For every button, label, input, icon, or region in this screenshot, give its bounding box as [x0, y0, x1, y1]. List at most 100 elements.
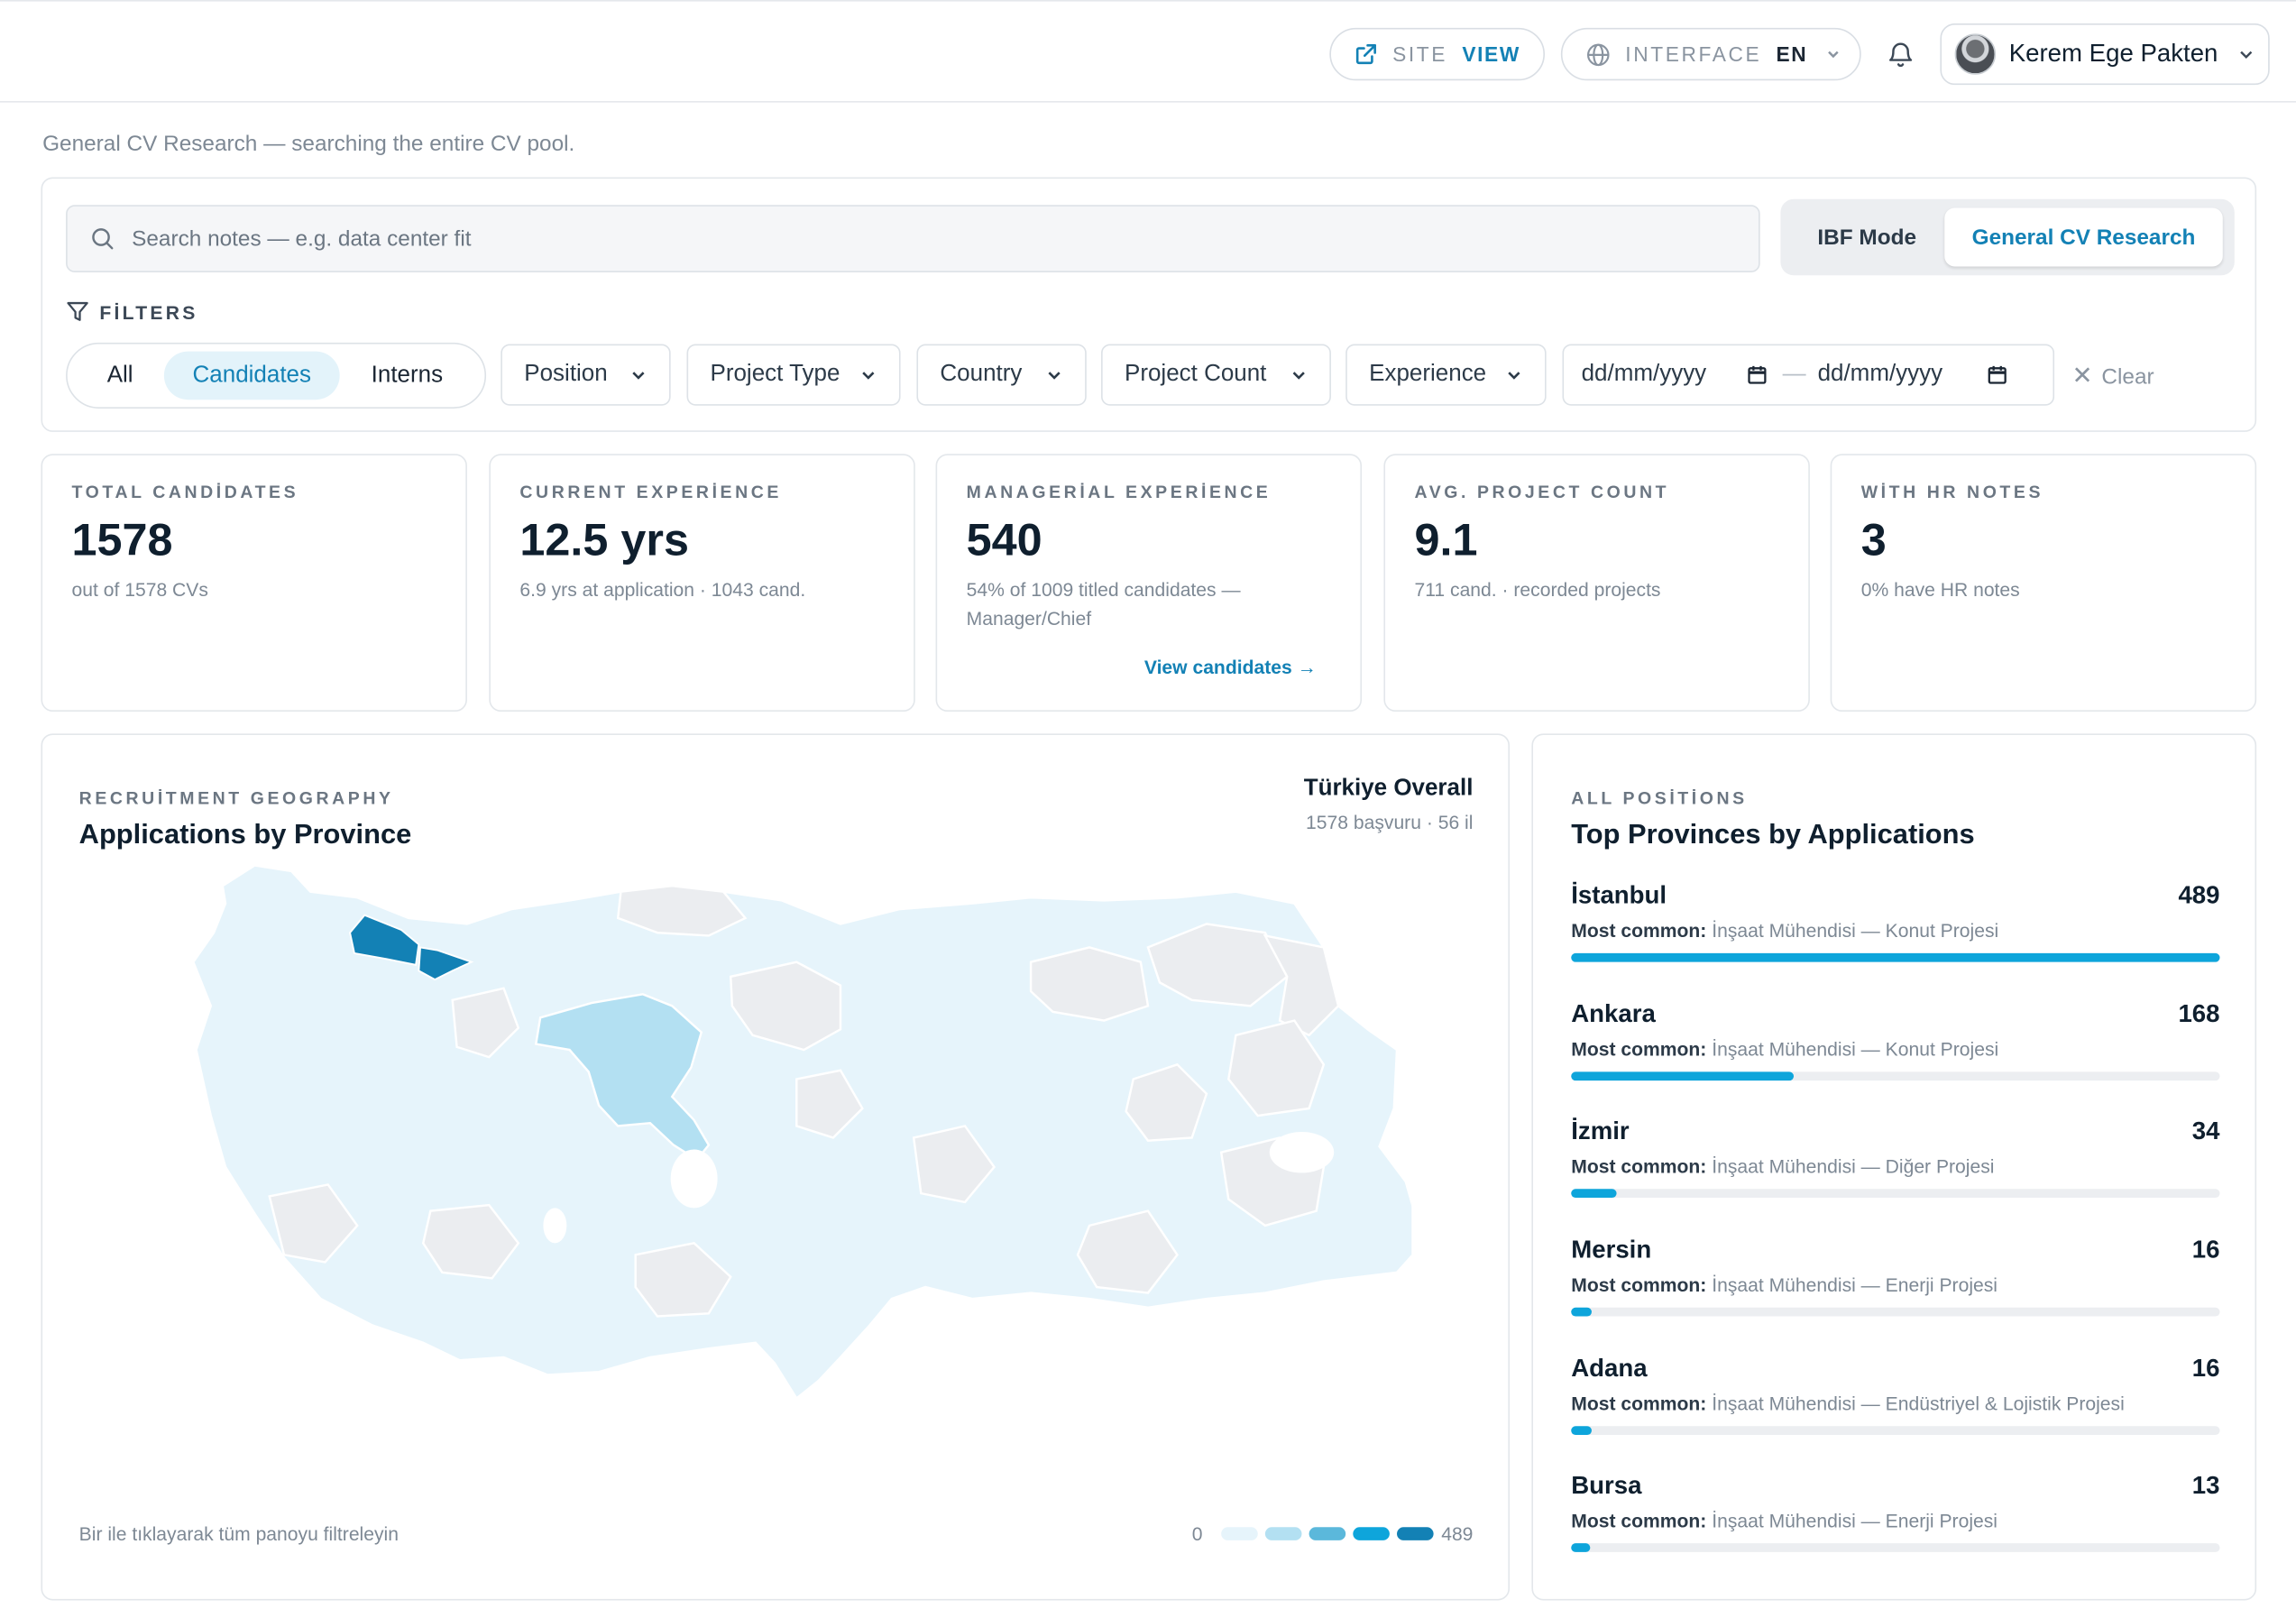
country-dropdown[interactable]: Country: [916, 344, 1087, 406]
user-name: Kerem Ege Pakten: [2008, 39, 2218, 68]
common-value: İnşaat Mühendisi — Konut Projesi: [1712, 1038, 1999, 1061]
legend-min: 0: [1191, 1522, 1203, 1545]
kpi-value: 540: [966, 513, 1042, 565]
legend-swatch: [1353, 1527, 1391, 1540]
date-to-input[interactable]: dd/mm/yyyy: [1818, 362, 1943, 388]
clear-filters-button[interactable]: ✕ Clear: [2072, 362, 2154, 391]
province-count: 16: [2191, 1236, 2220, 1264]
map-legend: 0 489: [1192, 1522, 1474, 1544]
kpi-label: AVG. PROJECT COUNT: [1414, 482, 1670, 502]
province-row[interactable]: Ankara 168 Most common: İnşaat Mühendisi…: [1571, 1000, 2220, 1103]
kpi-value: 3: [1860, 513, 1887, 565]
common-label: Most common:: [1571, 1392, 1707, 1415]
filters-label: FİLTERS: [99, 300, 198, 323]
segment-candidates[interactable]: Candidates: [163, 351, 340, 400]
calendar-icon[interactable]: [1987, 364, 2007, 385]
province-common: Most common: İnşaat Mühendisi — Konut Pr…: [1571, 1038, 1998, 1060]
project-type-dropdown[interactable]: Project Type: [686, 344, 901, 406]
segment-all[interactable]: All: [76, 352, 163, 400]
kpi-value: 12.5 yrs: [519, 513, 689, 565]
chevron-down-icon: [1292, 372, 1305, 380]
overall-subtitle: 1578 başvuru · 56 il: [1306, 811, 1474, 833]
lake: [1050, 1313, 1086, 1338]
province-bar-track: [1571, 1307, 2220, 1317]
kpi-sub: 0% have HR notes: [1860, 578, 2020, 601]
province-row[interactable]: Adana 16 Most common: İnşaat Mühendisi —…: [1571, 1354, 2220, 1457]
position-dropdown[interactable]: Position: [501, 344, 671, 406]
province-row[interactable]: Bursa 13 Most common: İnşaat Mühendisi —…: [1571, 1471, 2220, 1575]
page-subtitle: General CV Research — searching the enti…: [42, 132, 575, 157]
experience-dropdown[interactable]: Experience: [1345, 344, 1547, 406]
overall-title: Türkiye Overall: [1303, 776, 1474, 802]
site-view-button[interactable]: SITE VIEW: [1329, 27, 1546, 81]
position-dropdown-label: Position: [524, 362, 608, 387]
turkey-province-map[interactable]: [152, 860, 1412, 1416]
province-common: Most common: İnşaat Mühendisi — Diğer Pr…: [1571, 1155, 1994, 1177]
legend-swatch: [1221, 1527, 1259, 1540]
filters-heading: FİLTERS: [66, 300, 197, 324]
general-cv-research-button[interactable]: General CV Research: [1944, 207, 2223, 267]
kpi-label: CURRENT EXPERİENCE: [519, 482, 783, 502]
province-common: Most common: İnşaat Mühendisi — Konut Pr…: [1571, 920, 1998, 942]
chevron-down-icon: [862, 372, 875, 380]
province-bar-fill: [1571, 952, 2220, 962]
external-link-icon: [1355, 44, 1376, 65]
segment-interns[interactable]: Interns: [340, 352, 474, 400]
project-count-dropdown[interactable]: Project Count: [1101, 344, 1331, 406]
common-value: İnşaat Mühendisi — Endüstriyel & Lojisti…: [1712, 1392, 2125, 1415]
province-bar-track: [1571, 1071, 2220, 1081]
filter-panel: IBF Mode General CV Research FİLTERS All…: [41, 177, 2257, 432]
kpi-value: 9.1: [1414, 513, 1478, 565]
province-name: İzmir: [1571, 1117, 1630, 1145]
province-count: 489: [2178, 881, 2220, 910]
map-title: Applications by Province: [78, 820, 412, 851]
lake: [670, 1149, 718, 1209]
province-bar-track: [1571, 1543, 2220, 1552]
province-bar-track: [1571, 1189, 2220, 1199]
kpi-value: 1578: [71, 513, 173, 565]
interface-value: EN: [1776, 42, 1808, 67]
common-value: İnşaat Mühendisi — Diğer Projesi: [1712, 1154, 1995, 1178]
common-value: İnşaat Mühendisi — Enerji Projesi: [1712, 1509, 1998, 1532]
common-label: Most common:: [1571, 1509, 1707, 1532]
chevron-down-icon: [1508, 372, 1520, 380]
province-bar-fill: [1571, 1189, 1617, 1199]
province-name: Bursa: [1571, 1471, 1642, 1500]
close-icon: ✕: [2071, 362, 2093, 390]
legend-swatch: [1397, 1527, 1435, 1540]
kpi-sub: 711 cand. · recorded projects: [1414, 578, 1661, 601]
user-menu-button[interactable]: Kerem Ege Pakten: [1940, 23, 2270, 86]
lake: [1269, 1131, 1335, 1173]
kpi-card-total-candidates: TOTAL CANDİDATES 1578 out of 1578 CVs: [41, 454, 467, 712]
map-section-label: RECRUİTMENT GEOGRAPHY: [78, 787, 394, 809]
province-name: Mersin: [1571, 1236, 1652, 1264]
kpi-card-avg-project-count: AVG. PROJECT COUNT 9.1 711 cand. · recor…: [1383, 454, 1810, 712]
province-name: İstanbul: [1571, 881, 1667, 910]
ibf-mode-button[interactable]: IBF Mode: [1789, 208, 1944, 267]
kpi-sub: 54% of 1009 titled candidates — Manager/…: [966, 578, 1241, 630]
province-count: 16: [2191, 1354, 2220, 1383]
bell-icon[interactable]: [1886, 40, 1915, 69]
kpi-card-current-experience: CURRENT EXPERİENCE 12.5 yrs 6.9 yrs at a…: [489, 454, 915, 712]
legend-swatch: [1265, 1527, 1302, 1540]
kpi-sub: out of 1578 CVs: [71, 578, 208, 601]
province-common: Most common: İnşaat Mühendisi — Endüstri…: [1571, 1393, 2125, 1414]
interface-language-select[interactable]: INTERFACE EN: [1560, 27, 1861, 81]
common-label: Most common:: [1571, 1154, 1707, 1178]
provinces-section-label: ALL POSİTİONS: [1571, 787, 1748, 809]
province-row[interactable]: İzmir 34 Most common: İnşaat Mühendisi —…: [1571, 1117, 2220, 1220]
country-dropdown-label: Country: [940, 362, 1023, 387]
common-label: Most common:: [1571, 919, 1707, 942]
province-row[interactable]: Mersin 16 Most common: İnşaat Mühendisi …: [1571, 1236, 2220, 1338]
view-candidates-link[interactable]: View candidates →: [1144, 656, 1317, 677]
site-value: VIEW: [1462, 42, 1520, 67]
calendar-icon[interactable]: [1748, 364, 1768, 385]
province-row[interactable]: İstanbul 489 Most common: İnşaat Mühendi…: [1571, 881, 2220, 984]
legend-max: 489: [1441, 1522, 1474, 1545]
chevron-down-icon: [1828, 51, 1840, 59]
search-input[interactable]: [128, 225, 1716, 253]
candidate-type-segment: All Candidates Interns: [66, 342, 487, 409]
top-provinces-card: ALL POSİTİONS Top Provinces by Applicati…: [1531, 733, 2257, 1601]
province-common: Most common: İnşaat Mühendisi — Enerji P…: [1571, 1273, 1998, 1295]
date-from-input[interactable]: dd/mm/yyyy: [1582, 362, 1707, 388]
